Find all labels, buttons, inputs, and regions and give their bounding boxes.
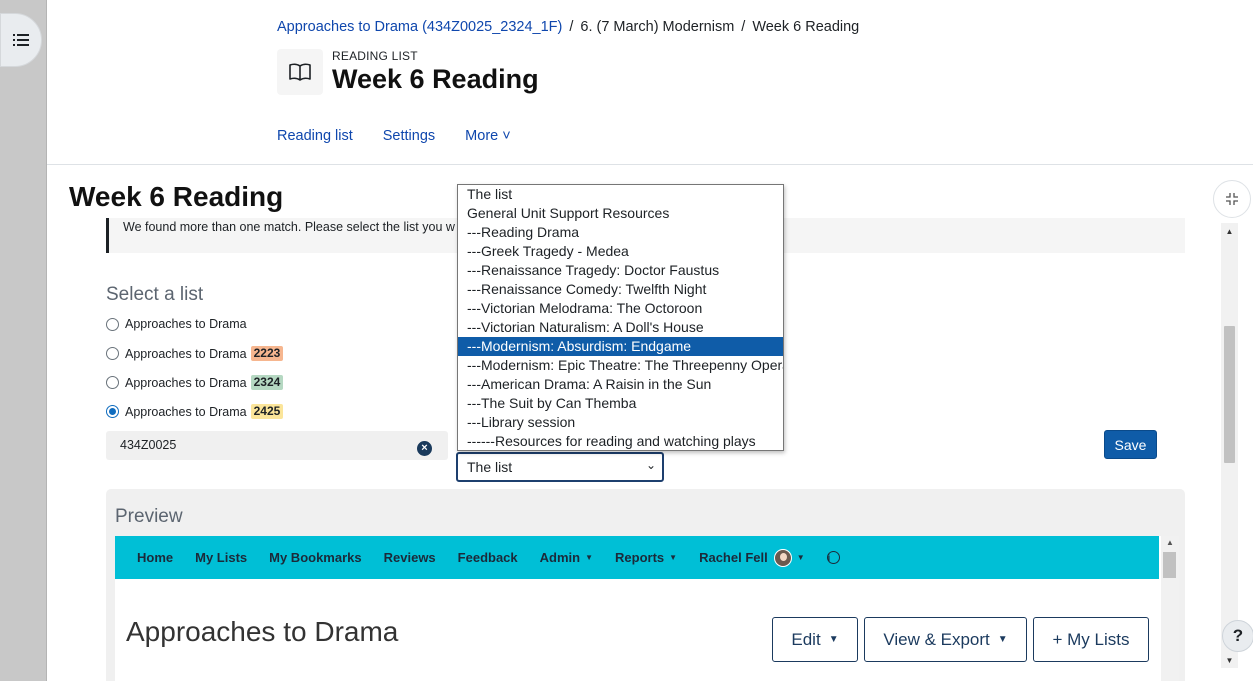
- radio-option[interactable]: Approaches to Drama 2324: [106, 375, 284, 390]
- caret-down-icon: ▼: [796, 553, 805, 562]
- book-open-icon: [277, 49, 323, 95]
- nav-admin-menu[interactable]: Admin ▼: [540, 550, 593, 565]
- radio-option[interactable]: Approaches to Drama: [106, 317, 247, 331]
- dropdown-option[interactable]: ---The Suit by Can Themba: [458, 394, 783, 413]
- scrollbar-thumb[interactable]: [1224, 326, 1235, 463]
- nav-user-label: Rachel Fell: [699, 550, 768, 565]
- save-button[interactable]: Save: [1104, 430, 1157, 459]
- breadcrumb-section[interactable]: 6. (7 March) Modernism: [580, 19, 734, 35]
- year-badge: 2324: [250, 375, 284, 390]
- breadcrumb: Approaches to Drama (434Z0025_2324_1F) / 6…: [277, 19, 859, 35]
- list-select[interactable]: The list ⌄: [456, 452, 664, 482]
- course-code-value: 434Z0025: [120, 438, 177, 452]
- scrollbar-thumb[interactable]: [1163, 552, 1176, 578]
- nav-admin-label: Admin: [539, 550, 581, 565]
- dropdown-option-highlighted[interactable]: ---Modernism: Absurdism: Endgame: [458, 337, 783, 356]
- clear-icon[interactable]: ×: [417, 441, 432, 456]
- radio-label: Approaches to Drama: [125, 317, 247, 331]
- list-title: Approaches to Drama: [126, 616, 399, 647]
- radio-label: Approaches to Drama: [125, 404, 247, 419]
- nav-feedback[interactable]: Feedback: [458, 550, 518, 565]
- scroll-down-icon[interactable]: ▼: [1221, 654, 1238, 666]
- dropdown-option[interactable]: ---Victorian Naturalism: A Doll's House: [458, 318, 783, 337]
- edit-label: Edit: [791, 629, 821, 649]
- scroll-up-icon[interactable]: ▲: [1161, 538, 1179, 547]
- radio-label: Approaches to Drama: [125, 346, 247, 361]
- caret-down-icon: ▼: [669, 553, 678, 562]
- dropdown-option[interactable]: The list: [458, 185, 783, 204]
- view-export-label: View & Export: [883, 629, 990, 649]
- breadcrumb-separator: /: [741, 19, 746, 35]
- preview-frame: Home My Lists My Bookmarks Reviews Feedb…: [115, 536, 1179, 681]
- caret-down-icon: ▼: [997, 634, 1008, 645]
- course-code-field[interactable]: 434Z0025 ×: [106, 431, 448, 460]
- breadcrumb-course-link[interactable]: Approaches to Drama (434Z0025_2324_1F): [277, 19, 562, 35]
- list-icon: [13, 34, 29, 46]
- page-scrollbar[interactable]: ▲ ▼: [1221, 223, 1238, 668]
- dropdown-option[interactable]: ---Modernism: Epic Theatre: The Threepen…: [458, 356, 783, 375]
- scroll-up-icon[interactable]: ▲: [1221, 225, 1238, 237]
- tab-settings[interactable]: Settings: [383, 128, 435, 144]
- dropdown-option[interactable]: ---Victorian Melodrama: The Octoroon: [458, 299, 783, 318]
- dropdown-option[interactable]: ---Greek Tragedy - Medea: [458, 242, 783, 261]
- caret-down-icon: ▼: [828, 634, 839, 645]
- list-dropdown[interactable]: The list General Unit Support Resources …: [457, 184, 784, 451]
- nav-user-menu[interactable]: Rachel Fell ▼: [699, 548, 805, 567]
- radio-label: Approaches to Drama: [125, 375, 247, 390]
- preview-panel: Preview Home My Lists My Bookmarks Revie…: [106, 489, 1185, 681]
- activity-kicker: READING LIST: [332, 49, 418, 63]
- dropdown-option[interactable]: General Unit Support Resources: [458, 204, 783, 223]
- header-divider: [47, 164, 1253, 165]
- talis-nav-bar: Home My Lists My Bookmarks Reviews Feedb…: [115, 536, 1159, 579]
- accessibility-icon[interactable]: i: [826, 551, 840, 564]
- dropdown-option[interactable]: ---Library session: [458, 413, 783, 432]
- preview-label: Preview: [115, 506, 183, 527]
- left-drawer-strip: [0, 0, 47, 681]
- radio-button[interactable]: [106, 376, 119, 389]
- radio-option[interactable]: Approaches to Drama 2223: [106, 346, 284, 361]
- nav-reports-menu[interactable]: Reports ▼: [615, 550, 677, 565]
- dropdown-option[interactable]: ---Reading Drama: [458, 223, 783, 242]
- preview-scrollbar[interactable]: ▲: [1161, 536, 1179, 681]
- collapse-icon: [1226, 193, 1238, 205]
- dropdown-option[interactable]: ---Renaissance Tragedy: Doctor Faustus: [458, 261, 783, 280]
- breadcrumb-current: Week 6 Reading: [752, 19, 860, 35]
- edit-button[interactable]: Edit ▼: [772, 617, 858, 662]
- breadcrumb-separator: /: [569, 19, 574, 35]
- dropdown-option[interactable]: ---American Drama: A Raisin in the Sun: [458, 375, 783, 394]
- list-select-value: The list: [467, 459, 513, 475]
- dropdown-option[interactable]: ------Resources for reading and watching…: [458, 432, 783, 450]
- nav-my-bookmarks[interactable]: My Bookmarks: [269, 550, 361, 565]
- tab-reading-list[interactable]: Reading list: [277, 128, 353, 144]
- activity-title: Week 6 Reading: [332, 64, 539, 94]
- chevron-down-icon: ⌄: [645, 458, 656, 472]
- nav-reports-label: Reports: [615, 550, 665, 565]
- year-badge: 2223: [250, 346, 284, 361]
- radio-button[interactable]: [106, 317, 119, 331]
- nav-reviews[interactable]: Reviews: [384, 550, 436, 565]
- caret-down-icon: ▼: [585, 553, 594, 562]
- view-export-button[interactable]: View & Export ▼: [864, 617, 1027, 662]
- secondary-navigation: Reading list Settings More ˅: [277, 128, 541, 144]
- nav-home[interactable]: Home: [137, 550, 173, 565]
- add-to-my-lists-button[interactable]: + My Lists: [1033, 617, 1149, 662]
- avatar: [773, 548, 792, 567]
- radio-option[interactable]: Approaches to Drama 2425: [106, 404, 284, 419]
- alert-text: We found more than one match. Please sel…: [123, 220, 455, 234]
- dropdown-option[interactable]: ---Renaissance Comedy: Twelfth Night: [458, 280, 783, 299]
- help-button[interactable]: ?: [1222, 620, 1253, 652]
- page-title: Week 6 Reading: [69, 181, 284, 212]
- radio-button-checked[interactable]: [106, 405, 119, 418]
- tab-more[interactable]: More ˅: [465, 128, 511, 144]
- year-badge: 2425: [250, 404, 284, 419]
- collapse-button[interactable]: [1213, 180, 1251, 218]
- select-list-heading: Select a list: [106, 284, 204, 305]
- nav-my-lists[interactable]: My Lists: [195, 550, 247, 565]
- radio-button[interactable]: [106, 347, 119, 360]
